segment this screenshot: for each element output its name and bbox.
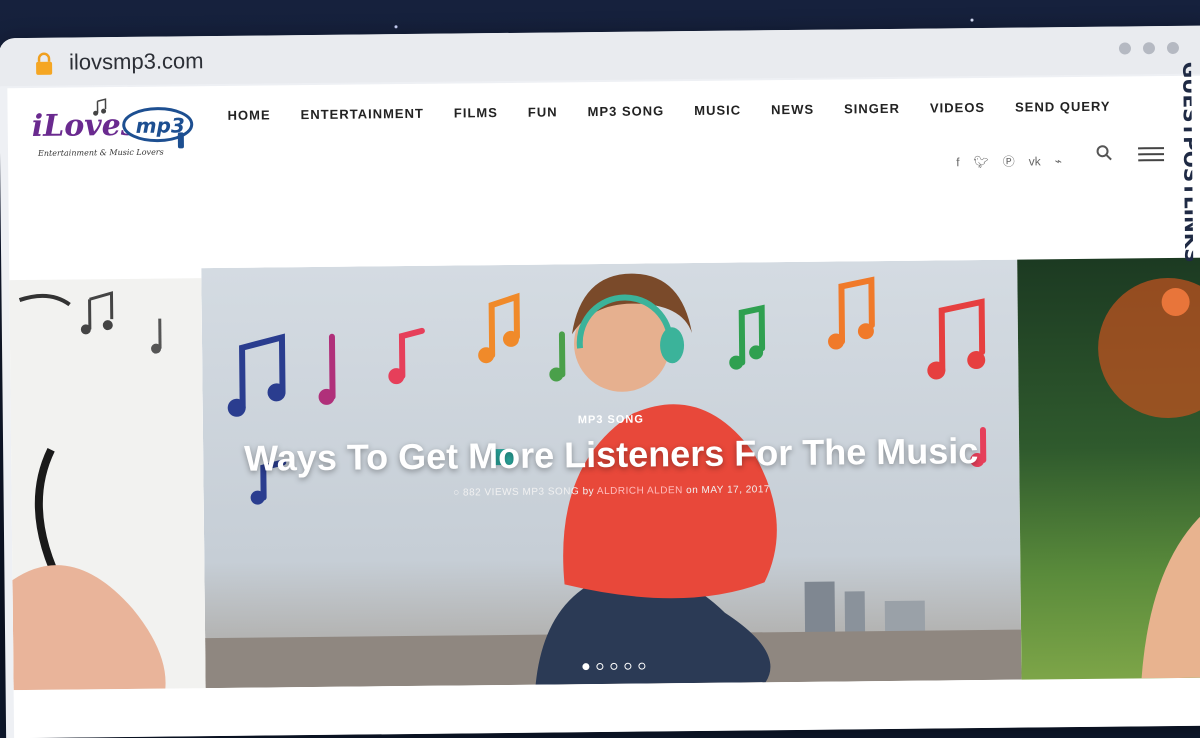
- social-links: f 🐦︎ Ⓟ vk ⌁: [956, 152, 1062, 170]
- prev-slide[interactable]: [9, 278, 206, 691]
- active-slide[interactable]: MP3 SONG Ways To Get More Listeners For …: [201, 259, 1022, 689]
- nav-item-home[interactable]: HOME: [228, 107, 271, 122]
- browser-window: ilovsmp3.com iLoves. mp3 Entertainment &…: [0, 0, 1200, 738]
- post-date: MAY 17, 2017: [701, 484, 771, 496]
- on-label: on: [686, 484, 699, 497]
- window-dot[interactable]: [1142, 42, 1156, 55]
- hero-caption: MP3 SONG Ways To Get More Listeners For …: [203, 410, 1020, 502]
- slider-dot[interactable]: [581, 663, 589, 671]
- nav-item-films[interactable]: FILMS: [454, 105, 498, 120]
- slider-dot[interactable]: [623, 662, 631, 670]
- hero-slider: MP3 SONG Ways To Get More Listeners For …: [9, 257, 1200, 691]
- nav-item-singer[interactable]: SINGER: [844, 101, 900, 117]
- author-link[interactable]: ALDRICH ALDEN: [597, 485, 683, 497]
- lock-icon: [36, 52, 53, 75]
- url-text[interactable]: ilovsmp3.com: [69, 48, 204, 75]
- meta-category[interactable]: MP3 SONG: [522, 486, 579, 498]
- slider-dot[interactable]: [637, 662, 645, 670]
- hero-title[interactable]: Ways To Get More Listeners For The Music: [203, 430, 1019, 481]
- nav-item-videos[interactable]: VIDEOS: [930, 100, 985, 116]
- slider-dot[interactable]: [609, 662, 617, 670]
- nav-item-news[interactable]: NEWS: [771, 102, 814, 117]
- pinterest-icon[interactable]: Ⓟ: [1003, 153, 1015, 170]
- nav-item-mp3-song[interactable]: MP3 SONG: [588, 103, 665, 119]
- slider-dot[interactable]: [595, 662, 603, 671]
- nav-item-music[interactable]: MUSIC: [694, 103, 741, 118]
- main-nav: HOME ENTERTAINMENT FILMS FUN MP3 SONG MU…: [228, 99, 1111, 123]
- facebook-icon[interactable]: f: [956, 155, 959, 169]
- search-icon[interactable]: [1096, 145, 1112, 161]
- site-logo[interactable]: iLoves. mp3 Entertainment & Music Lovers: [27, 94, 208, 166]
- svg-text:mp3: mp3: [136, 113, 185, 138]
- twitter-icon[interactable]: 🐦︎: [973, 154, 988, 168]
- vk-icon[interactable]: vk: [1029, 154, 1041, 168]
- nav-item-fun[interactable]: FUN: [528, 104, 558, 119]
- svg-text:Entertainment & Music Lovers: Entertainment & Music Lovers: [37, 148, 164, 158]
- watermark-badge: GUESTPOSTLINKS: [1161, 62, 1194, 316]
- nav-item-send-query[interactable]: SEND QUERY: [1015, 99, 1111, 115]
- window-dot[interactable]: [1118, 42, 1132, 55]
- by-label: by: [582, 486, 595, 498]
- eye-icon: ○: [453, 487, 460, 499]
- views-count: 882 VIEWS: [462, 486, 520, 499]
- window-frame: ilovsmp3.com iLoves. mp3 Entertainment &…: [0, 25, 1200, 738]
- rss-icon[interactable]: ⌁: [1055, 154, 1062, 168]
- nav-item-entertainment[interactable]: ENTERTAINMENT: [301, 106, 424, 122]
- webpage: iLoves. mp3 Entertainment & Music Lovers…: [7, 75, 1200, 738]
